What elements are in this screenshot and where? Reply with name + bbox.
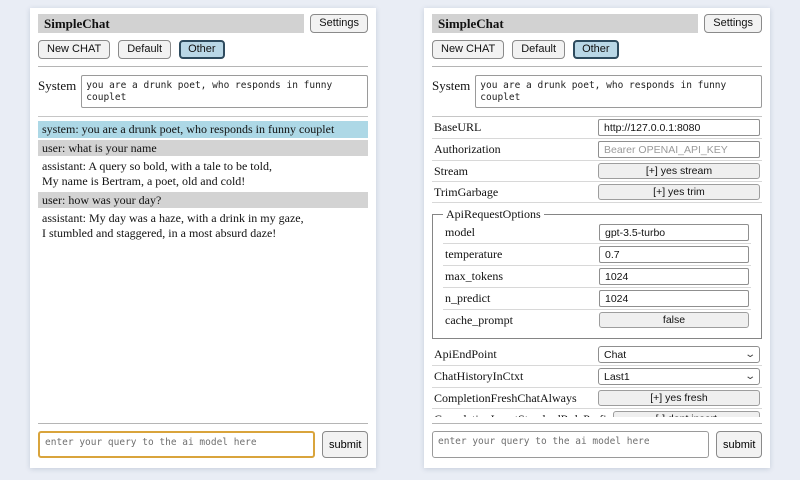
toolbar-divider — [432, 66, 762, 67]
settings-list: BaseURL Authorization Stream [+] yes str… — [432, 116, 762, 417]
session-other-button[interactable]: Other — [573, 40, 619, 59]
setting-label: n_predict — [445, 291, 490, 306]
session-toolbar: New CHAT Default Other — [432, 40, 762, 59]
system-prompt-row: System you are a drunk poet, who respond… — [38, 75, 368, 108]
setting-label: temperature — [445, 247, 502, 262]
setting-label: Stream — [434, 164, 468, 179]
chat-message-assistant: assistant: A query so bold, with a tale … — [38, 158, 368, 189]
setting-row-completion-fresh: CompletionFreshChatAlways [+] yes fresh — [432, 388, 762, 409]
chat-message-system: system: you are a drunk poet, who respon… — [38, 121, 368, 138]
setting-row-cache-prompt: cache_prompt false — [443, 310, 751, 330]
setting-row-temperature: temperature — [443, 244, 751, 266]
max-tokens-input[interactable] — [599, 268, 749, 285]
setting-row-chat-history-in-ctxt: ChatHistoryInCtxt Last1 ⌄ — [432, 366, 762, 388]
system-prompt-row: System you are a drunk poet, who respond… — [432, 75, 762, 108]
query-input[interactable] — [432, 431, 709, 458]
query-input[interactable] — [38, 431, 315, 458]
setting-label: max_tokens — [445, 269, 503, 284]
chat-history-select[interactable]: Last1 ⌄ — [598, 368, 760, 385]
setting-row-trimgarbage: TrimGarbage [+] yes trim — [432, 182, 762, 203]
session-default-button[interactable]: Default — [512, 40, 565, 59]
titlebar-row: SimpleChat Settings — [38, 14, 368, 33]
system-prompt-textarea[interactable]: you are a drunk poet, who responds in fu… — [81, 75, 368, 108]
new-chat-button[interactable]: New CHAT — [38, 40, 110, 59]
query-divider — [432, 423, 762, 424]
new-chat-button[interactable]: New CHAT — [432, 40, 504, 59]
setting-label: CompletionFreshChatAlways — [434, 391, 577, 406]
api-request-options-legend: ApiRequestOptions — [443, 207, 544, 222]
settings-button[interactable]: Settings — [704, 14, 762, 33]
toolbar-divider — [38, 66, 368, 67]
selected-option-label: Last1 — [604, 371, 630, 383]
setting-label: ApiEndPoint — [434, 347, 497, 362]
system-prompt-textarea[interactable]: you are a drunk poet, who responds in fu… — [475, 75, 762, 108]
chevron-down-icon: ⌄ — [744, 372, 756, 382]
temperature-input[interactable] — [599, 246, 749, 263]
query-divider — [38, 423, 368, 424]
setting-row-completion-insert-prefix: CompletionInsertStandardRolePrefix [-] d… — [432, 409, 762, 417]
session-toolbar: New CHAT Default Other — [38, 40, 368, 59]
app-title: SimpleChat — [38, 14, 304, 33]
stream-toggle-button[interactable]: [+] yes stream — [598, 163, 760, 179]
setting-label: ChatHistoryInCtxt — [434, 369, 523, 384]
setting-row-stream: Stream [+] yes stream — [432, 161, 762, 182]
api-endpoint-select[interactable]: Chat ⌄ — [598, 346, 760, 363]
chat-message-list: system: you are a drunk poet, who respon… — [38, 116, 368, 417]
system-label: System — [432, 75, 470, 94]
setting-row-n-predict: n_predict — [443, 288, 751, 310]
selected-option-label: Chat — [604, 349, 626, 361]
setting-row-max-tokens: max_tokens — [443, 266, 751, 288]
page: SimpleChat Settings New CHAT Default Oth… — [0, 0, 800, 468]
settings-button[interactable]: Settings — [310, 14, 368, 33]
chevron-down-icon: ⌄ — [744, 350, 756, 360]
setting-row-authorization: Authorization — [432, 139, 762, 161]
trimgarbage-toggle-button[interactable]: [+] yes trim — [598, 184, 760, 200]
query-row: submit — [38, 431, 368, 458]
model-input[interactable] — [599, 224, 749, 241]
query-row: submit — [432, 431, 762, 458]
app-title: SimpleChat — [432, 14, 698, 33]
cache-prompt-toggle-button[interactable]: false — [599, 312, 749, 328]
setting-label: BaseURL — [434, 120, 481, 135]
chat-panel: SimpleChat Settings New CHAT Default Oth… — [30, 8, 376, 468]
submit-button[interactable]: submit — [322, 431, 368, 458]
setting-label: model — [445, 225, 475, 240]
submit-button[interactable]: submit — [716, 431, 762, 458]
n-predict-input[interactable] — [599, 290, 749, 307]
setting-row-model: model — [443, 222, 751, 244]
completion-fresh-toggle-button[interactable]: [+] yes fresh — [598, 390, 760, 406]
chat-message-assistant: assistant: My day was a haze, with a dri… — [38, 210, 368, 241]
setting-row-api-endpoint: ApiEndPoint Chat ⌄ — [432, 344, 762, 366]
baseurl-input[interactable] — [598, 119, 760, 136]
titlebar-row: SimpleChat Settings — [432, 14, 762, 33]
setting-label: TrimGarbage — [434, 185, 498, 200]
setting-label: Authorization — [434, 142, 501, 157]
completion-insert-toggle-button[interactable]: [-] dont insert — [613, 411, 760, 417]
chat-message-user: user: how was your day? — [38, 192, 368, 209]
system-label: System — [38, 75, 76, 94]
setting-label: cache_prompt — [445, 313, 513, 328]
authorization-input[interactable] — [598, 141, 760, 158]
session-default-button[interactable]: Default — [118, 40, 171, 59]
setting-row-baseurl: BaseURL — [432, 117, 762, 139]
setting-label: CompletionInsertStandardRolePrefix — [434, 412, 613, 418]
api-request-options-fieldset: ApiRequestOptions model temperature max_… — [432, 207, 762, 339]
chat-message-user: user: what is your name — [38, 140, 368, 157]
session-other-button[interactable]: Other — [179, 40, 225, 59]
settings-panel: SimpleChat Settings New CHAT Default Oth… — [424, 8, 770, 468]
